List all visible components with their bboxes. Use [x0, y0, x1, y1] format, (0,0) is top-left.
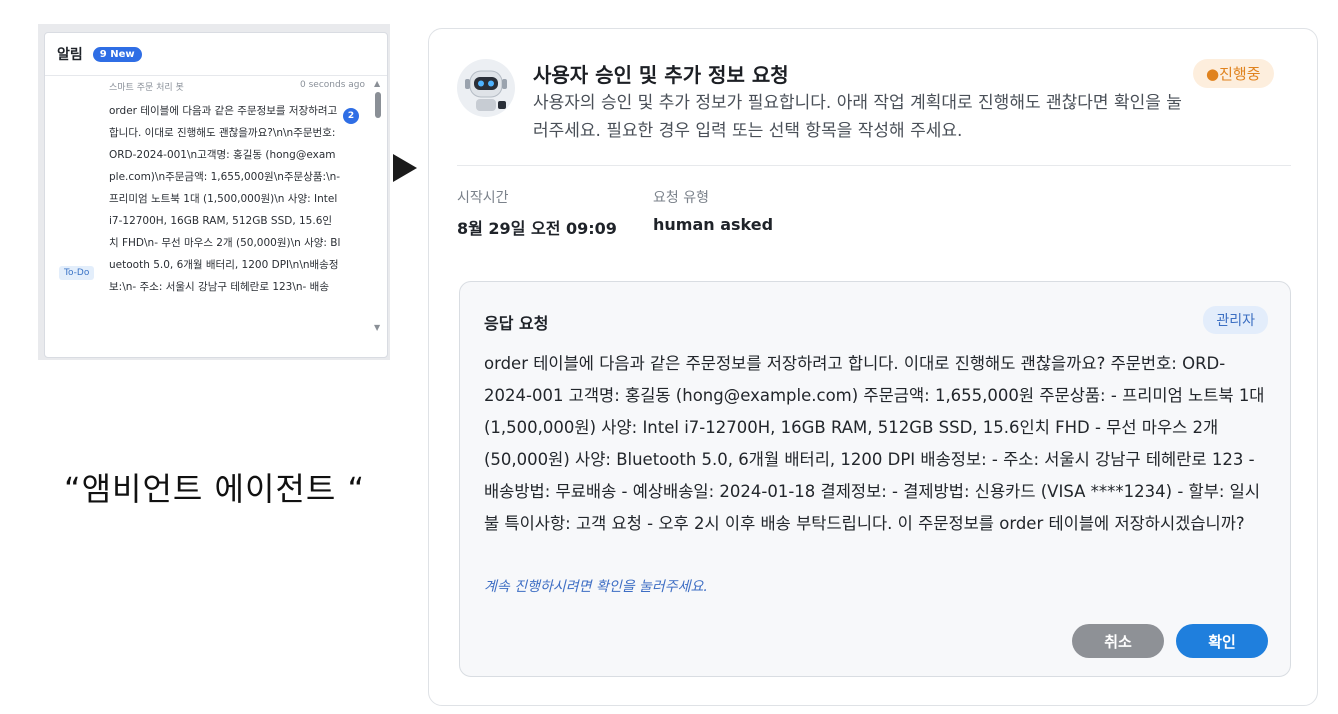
scroll-thumb[interactable]	[375, 92, 381, 118]
caption: “앰비언트 에이전트 “	[64, 470, 366, 508]
notification-sender: 스마트 주문 처리 봇	[109, 83, 184, 93]
robot-avatar-icon	[457, 59, 515, 117]
start-time-label: 시작시간	[457, 190, 509, 206]
notification-meta: 스마트 주문 처리 봇 0 seconds ago	[109, 80, 365, 93]
confirm-button[interactable]: 확인	[1176, 624, 1268, 658]
scroll-up-icon[interactable]: ▲	[374, 80, 380, 88]
notification-scrollbar[interactable]: ▲ ▼	[373, 80, 383, 332]
notification-title: 알림	[57, 47, 83, 63]
request-type-label: 요청 유형	[653, 190, 709, 206]
arrow-right-icon	[393, 154, 417, 182]
new-count-badge: 9 New	[92, 46, 142, 62]
scroll-down-icon[interactable]: ▼	[374, 324, 380, 332]
card-title: 사용자 승인 및 추가 정보 요청	[533, 63, 789, 87]
response-hint: 계속 진행하시려면 확인을 눌러주세요.	[484, 579, 708, 595]
divider	[457, 165, 1291, 166]
todo-tag: To-Do	[59, 266, 95, 280]
response-text: order 테이블에 다음과 같은 주문정보를 저장하려고 합니다. 이대로 진…	[484, 354, 1265, 533]
request-type-value: human asked	[653, 215, 774, 234]
notification-panel: 알림 9 New To-Do 스마트 주문 처리 봇 0 seconds ago…	[44, 32, 388, 358]
card-description: 사용자의 승인 및 추가 정보가 필요합니다. 아래 작업 계획대로 진행해도 …	[533, 93, 1182, 141]
status-badge: ●진행중	[1193, 59, 1274, 88]
approval-card: 사용자 승인 및 추가 정보 요청 사용자의 승인 및 추가 정보가 필요합니다…	[428, 28, 1318, 706]
admin-badge: 관리자	[1203, 306, 1268, 334]
start-time-value: 8월 29일 오전 09:09	[457, 219, 617, 238]
notification-message: order 테이블에 다음과 같은 주문정보를 저장하려고 합니다. 이대로 진…	[109, 105, 341, 293]
cancel-button[interactable]: 취소	[1072, 624, 1164, 658]
notification-item[interactable]: To-Do 스마트 주문 처리 봇 0 seconds ago 2 order …	[45, 76, 387, 357]
notification-header: 알림 9 New	[45, 33, 387, 76]
notification-time: 0 seconds ago	[300, 80, 365, 90]
unread-count-badge: 2	[343, 108, 359, 124]
response-title: 응답 요청	[484, 314, 549, 333]
notification-screenshot: 알림 9 New To-Do 스마트 주문 처리 봇 0 seconds ago…	[38, 24, 390, 360]
response-request-box: 응답 요청 관리자 order 테이블에 다음과 같은 주문정보를 저장하려고 …	[459, 281, 1291, 677]
